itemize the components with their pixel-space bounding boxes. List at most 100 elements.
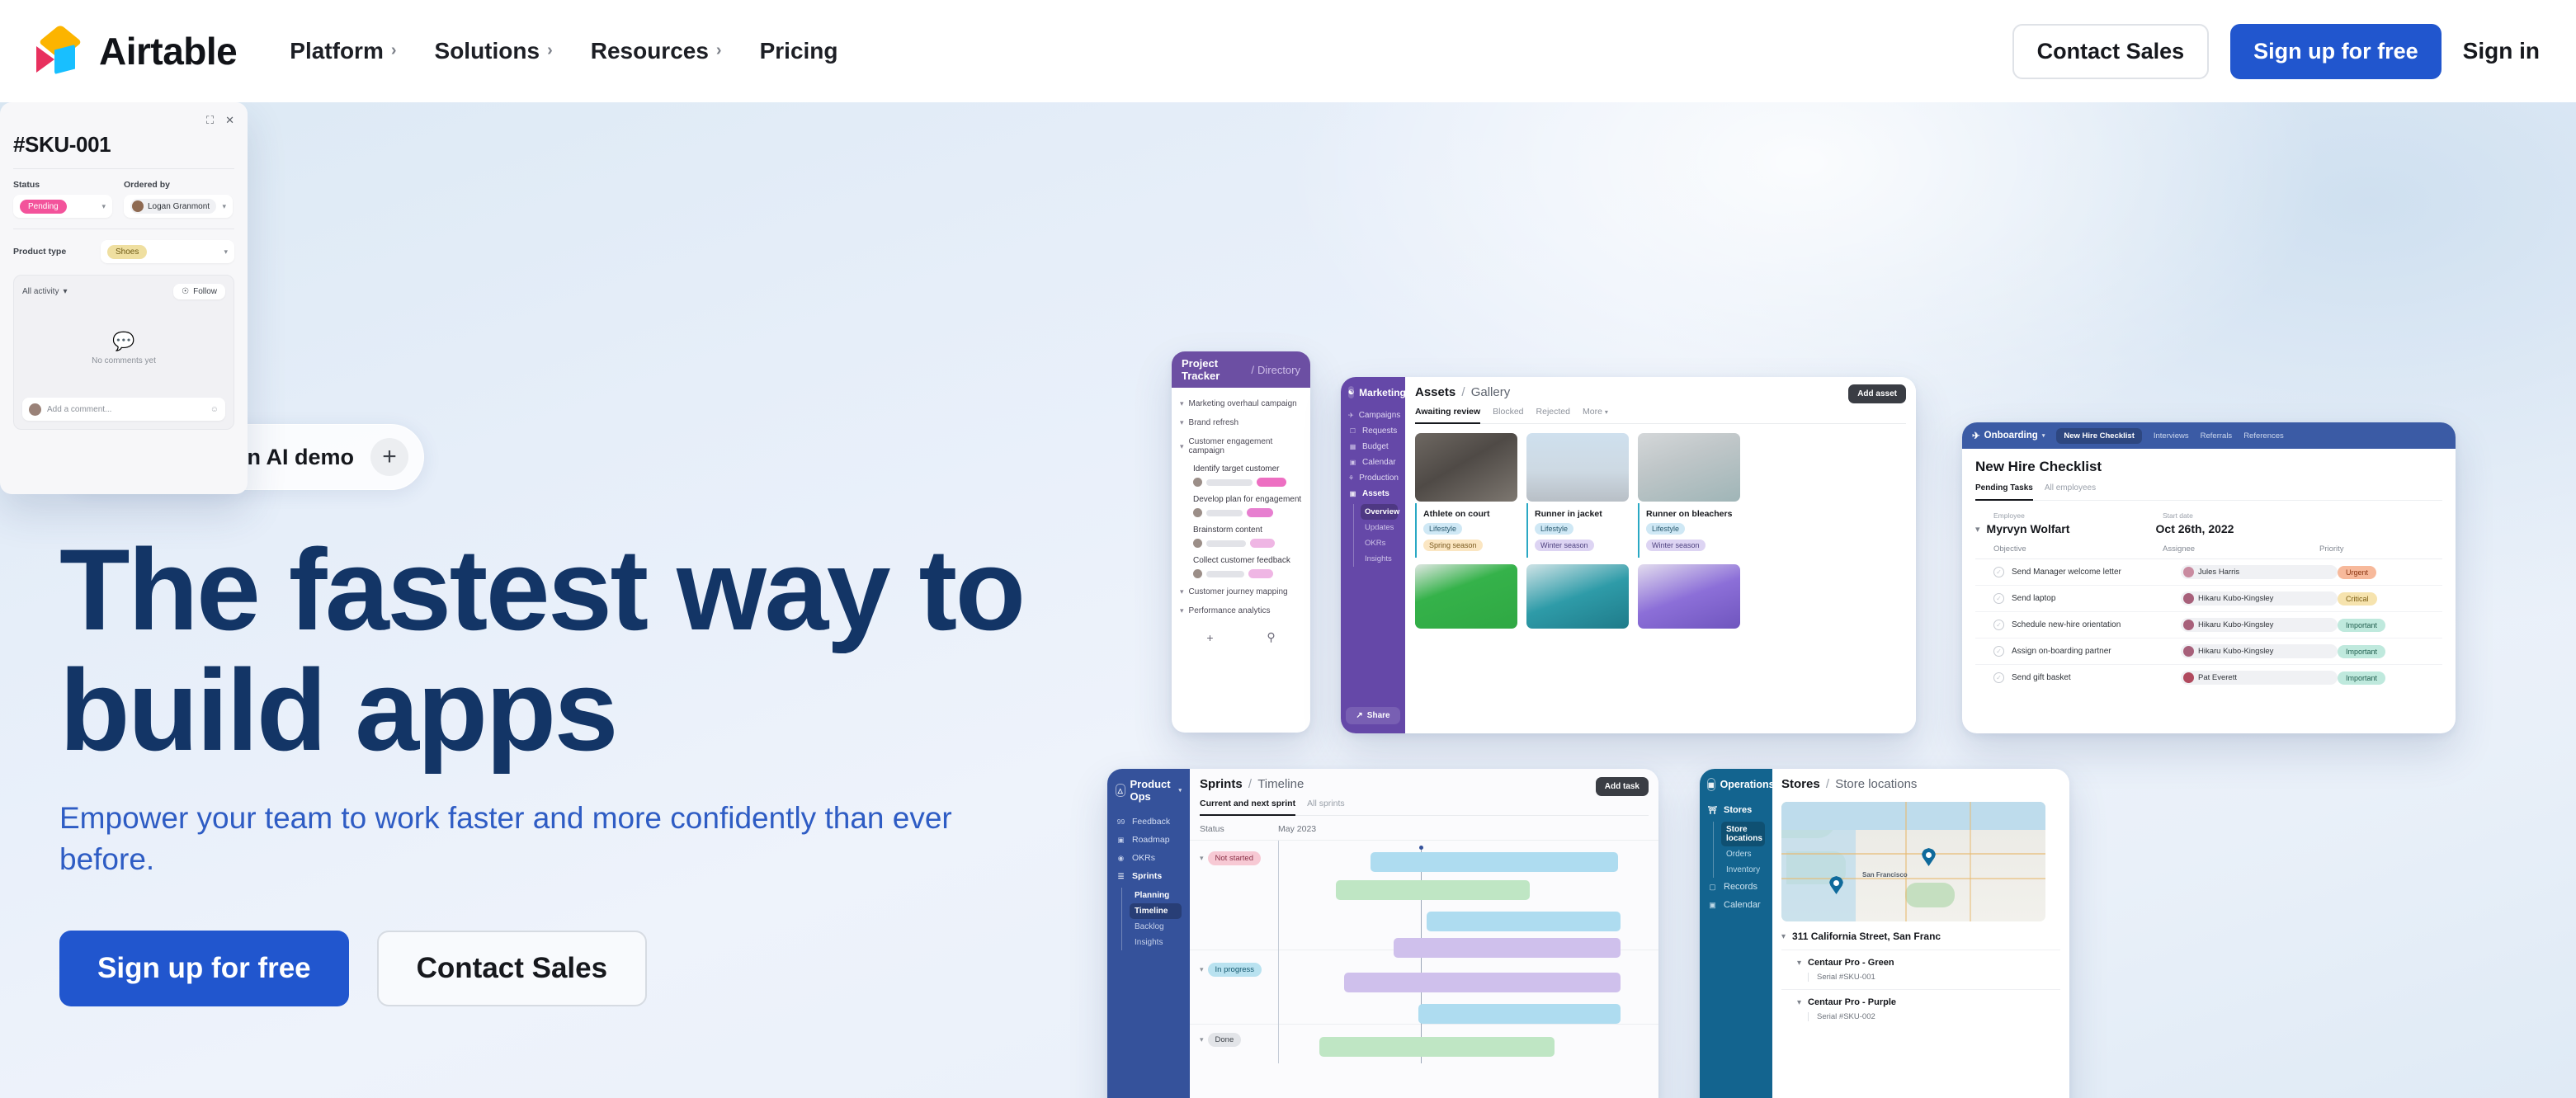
subnav-backlog[interactable]: Backlog bbox=[1130, 919, 1182, 935]
asset-card[interactable]: Runner on bleachers Lifestyle Winter sea… bbox=[1638, 433, 1740, 558]
tracker-task[interactable]: Collect customer feedback bbox=[1180, 552, 1302, 582]
expand-icon[interactable]: ⛶ bbox=[206, 114, 214, 127]
subnav-insights[interactable]: Insights bbox=[1361, 551, 1398, 567]
sidebar-item-production[interactable]: ⚘ Production bbox=[1348, 470, 1399, 486]
store-address-row[interactable]: ▾ 311 California Street, San Franc bbox=[1781, 931, 2060, 942]
gantt-bar[interactable] bbox=[1336, 880, 1530, 900]
ordered-by-select[interactable]: Logan Granmont ▾ bbox=[124, 195, 233, 218]
gantt-bar[interactable] bbox=[1394, 938, 1621, 958]
table-row[interactable]: ✓ Schedule new-hire orientation Hikaru K… bbox=[1975, 612, 2442, 639]
tracker-task[interactable]: Brainstorm content bbox=[1180, 521, 1302, 552]
tracker-task[interactable]: Identify target customer bbox=[1180, 460, 1302, 491]
checkbox-icon[interactable]: ✓ bbox=[1993, 567, 2004, 577]
tab-all-sprints[interactable]: All sprints bbox=[1307, 799, 1345, 809]
sidebar-item-budget[interactable]: ▦ Budget bbox=[1348, 439, 1398, 455]
tab-referrals[interactable]: Referrals bbox=[2201, 431, 2233, 441]
sign-in-link[interactable]: Sign in bbox=[2463, 38, 2540, 64]
product-row[interactable]: ▾ Centaur Pro - Purple bbox=[1781, 989, 2060, 1007]
checkbox-icon[interactable]: ✓ bbox=[1993, 593, 2004, 604]
gantt-bar[interactable] bbox=[1427, 912, 1621, 931]
sidebar-item-roadmap[interactable]: ▣ Roadmap bbox=[1116, 831, 1182, 849]
status-group-in-progress[interactable]: ▾ In progress bbox=[1200, 963, 1278, 977]
checkbox-icon[interactable]: ✓ bbox=[1993, 646, 2004, 657]
search-icon[interactable]: ⚲ bbox=[1267, 630, 1275, 644]
status-group-not-started[interactable]: ▾ Not started bbox=[1200, 851, 1278, 865]
table-row[interactable]: ✓ Send laptop Hikaru Kubo-Kingsley Criti… bbox=[1975, 586, 2442, 612]
nav-item-platform[interactable]: Platform › bbox=[288, 31, 398, 71]
tab-interviews[interactable]: Interviews bbox=[2154, 431, 2189, 441]
nav-item-solutions[interactable]: Solutions › bbox=[433, 31, 554, 71]
gantt-bar[interactable] bbox=[1344, 973, 1621, 992]
add-task-button[interactable]: Add task bbox=[1595, 777, 1649, 796]
contact-sales-button[interactable]: Contact Sales bbox=[2012, 23, 2210, 79]
workspace-switcher[interactable]: ✈ Onboarding ▾ bbox=[1972, 430, 2045, 441]
add-asset-button[interactable]: Add asset bbox=[1848, 384, 1906, 403]
sidebar-item-okrs[interactable]: ◉ OKRs bbox=[1116, 849, 1182, 867]
product-row[interactable]: ▾ Centaur Pro - Green bbox=[1781, 950, 2060, 968]
airtable-logo[interactable]: Airtable bbox=[36, 24, 238, 74]
table-row[interactable]: ✓ Send Manager welcome letter Jules Harr… bbox=[1975, 559, 2442, 586]
store-locations-map[interactable]: San Francisco bbox=[1781, 802, 2045, 921]
workspace-switcher[interactable]: △ Product Ops ▾ bbox=[1116, 778, 1182, 803]
tab-new-hire-checklist[interactable]: New Hire Checklist bbox=[2056, 427, 2142, 444]
nav-item-pricing[interactable]: Pricing bbox=[758, 31, 840, 71]
activity-filter[interactable]: All activity ▾ bbox=[22, 287, 67, 296]
subtab-pending-tasks[interactable]: Pending Tasks bbox=[1975, 483, 2033, 501]
tracker-group[interactable]: ▾ Brand refresh bbox=[1180, 413, 1302, 432]
tracker-task[interactable]: Develop plan for engagement bbox=[1180, 491, 1302, 521]
sidebar-item-campaigns[interactable]: ✈ Campaigns bbox=[1348, 408, 1400, 423]
tab-rejected[interactable]: Rejected bbox=[1536, 407, 1570, 417]
tab-more[interactable]: More ▾ bbox=[1583, 407, 1608, 417]
table-row[interactable]: ✓ Assign on-boarding partner Hikaru Kubo… bbox=[1975, 639, 2442, 665]
sidebar-item-sprints[interactable]: ☰ Sprints bbox=[1116, 867, 1182, 885]
sign-up-button[interactable]: Sign up for free bbox=[2230, 23, 2442, 79]
sidebar-item-calendar[interactable]: ▣ Calendar bbox=[1707, 896, 1765, 914]
subnav-timeline[interactable]: Timeline bbox=[1130, 903, 1182, 919]
asset-thumbnail[interactable] bbox=[1638, 564, 1740, 629]
tracker-group[interactable]: ▾ Performance analytics bbox=[1180, 601, 1302, 620]
tracker-group[interactable]: ▾ Marketing overhaul campaign bbox=[1180, 394, 1302, 413]
tab-current-next-sprint[interactable]: Current and next sprint bbox=[1200, 799, 1296, 816]
workspace-switcher[interactable]: ▦ Operations ▾ bbox=[1707, 778, 1782, 791]
comment-input[interactable]: Add a comment... ☺ bbox=[22, 398, 225, 421]
subnav-okrs[interactable]: OKRs bbox=[1361, 535, 1398, 551]
tab-references[interactable]: References bbox=[2243, 431, 2284, 441]
employee-row[interactable]: ▾ Myrvyn Wolfart Oct 26th, 2022 bbox=[1975, 522, 2442, 535]
nav-item-resources[interactable]: Resources › bbox=[589, 31, 724, 71]
subnav-insights[interactable]: Insights bbox=[1130, 935, 1182, 950]
gantt-bar[interactable] bbox=[1418, 1004, 1621, 1024]
sidebar-item-stores[interactable]: ⛩ Stores bbox=[1707, 801, 1765, 819]
table-row[interactable]: ✓ Send gift basket Pat Everett Important bbox=[1975, 665, 2442, 690]
workspace-switcher[interactable]: ☯ Marketing ▾ bbox=[1348, 386, 1413, 398]
close-icon[interactable]: ✕ bbox=[225, 114, 234, 127]
checkbox-icon[interactable]: ✓ bbox=[1993, 620, 2004, 630]
share-button[interactable]: ↗ Share bbox=[1346, 707, 1400, 724]
status-select[interactable]: Pending ▾ bbox=[13, 195, 112, 218]
subnav-overview[interactable]: Overview bbox=[1361, 504, 1399, 520]
asset-card[interactable]: Runner in jacket Lifestyle Winter season bbox=[1526, 433, 1629, 558]
subnav-planning[interactable]: Planning bbox=[1130, 888, 1182, 903]
subnav-inventory[interactable]: Inventory bbox=[1721, 862, 1765, 878]
follow-button[interactable]: ☉ Follow bbox=[173, 284, 225, 299]
subnav-updates[interactable]: Updates bbox=[1361, 520, 1398, 535]
checkbox-icon[interactable]: ✓ bbox=[1993, 672, 2004, 683]
gantt-bar[interactable] bbox=[1371, 852, 1618, 872]
emoji-icon[interactable]: ☺ bbox=[210, 405, 219, 414]
add-icon[interactable]: + bbox=[1206, 631, 1213, 644]
status-group-done[interactable]: ▾ Done bbox=[1200, 1033, 1278, 1047]
asset-card[interactable]: Athlete on court Lifestyle Spring season bbox=[1415, 433, 1517, 558]
subnav-orders[interactable]: Orders bbox=[1721, 846, 1765, 862]
sidebar-item-assets[interactable]: ▣ Assets bbox=[1348, 486, 1398, 502]
sidebar-item-calendar[interactable]: ▣ Calendar bbox=[1348, 455, 1398, 470]
tab-awaiting-review[interactable]: Awaiting review bbox=[1415, 407, 1481, 424]
sidebar-item-records[interactable]: ▢ Records bbox=[1707, 878, 1765, 896]
tab-blocked[interactable]: Blocked bbox=[1493, 407, 1523, 417]
sidebar-item-requests[interactable]: ☐ Requests bbox=[1348, 423, 1398, 439]
subtab-all-employees[interactable]: All employees bbox=[2045, 483, 2096, 493]
map-pin[interactable] bbox=[1922, 848, 1936, 866]
product-type-select[interactable]: Shoes ▾ bbox=[101, 240, 234, 263]
sidebar-item-feedback[interactable]: 99 Feedback bbox=[1116, 813, 1182, 831]
asset-thumbnail[interactable] bbox=[1415, 564, 1517, 629]
subnav-store-locations[interactable]: Store locations bbox=[1721, 822, 1765, 846]
asset-thumbnail[interactable] bbox=[1526, 564, 1629, 629]
